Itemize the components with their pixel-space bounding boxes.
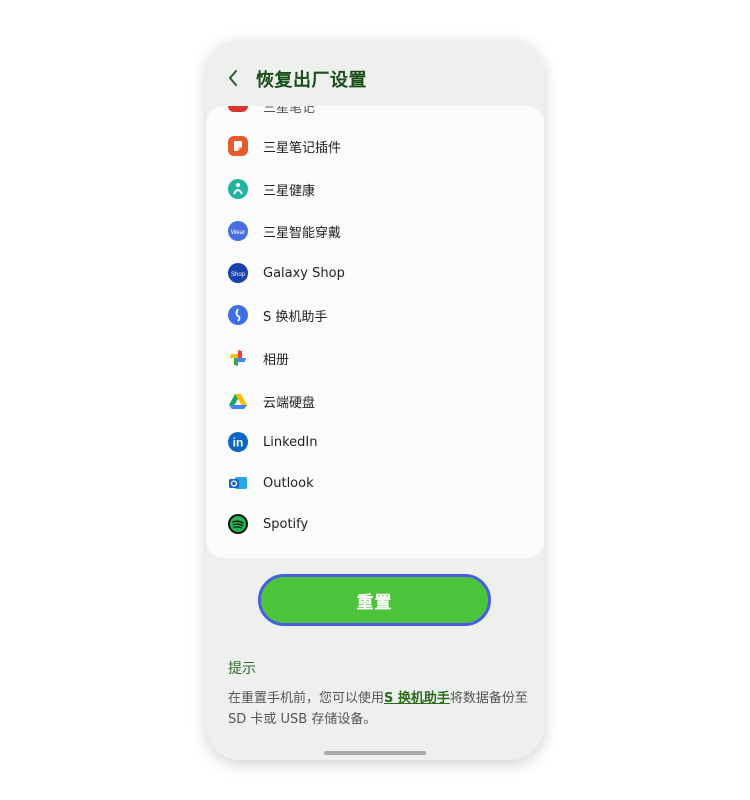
phone-screen: 恢复出厂设置 三星笔记 三星笔记插件 三星健康 Wear 三星智能穿戴 Shop… (206, 40, 544, 760)
tips-heading: 提示 (228, 661, 256, 677)
list-item[interactable]: Spotify (206, 503, 544, 545)
list-item-label: LinkedIn (263, 434, 318, 450)
svg-text:Wear: Wear (231, 230, 245, 236)
svg-text:Shop: Shop (231, 272, 246, 278)
list-item-label: 三星笔记插件 (263, 140, 342, 156)
list-item-label: 相册 (263, 352, 290, 368)
tips-text: 在重置手机前，您可以使用S 换机助手将数据备份至 SD 卡或 USB 存储设备。 (228, 688, 528, 730)
list-item-partial: 三星笔记 (206, 106, 544, 118)
linkedin-icon: in (228, 432, 248, 452)
samsung-notes-addon-icon (228, 136, 248, 156)
list-item[interactable]: S 换机助手 (206, 294, 544, 336)
app-list[interactable]: 三星笔记 三星笔记插件 三星健康 Wear 三星智能穿戴 Shop Galaxy… (206, 106, 544, 558)
list-item[interactable]: Wear 三星智能穿戴 (206, 210, 544, 252)
google-photos-icon (228, 348, 248, 368)
list-item-label: 云端硬盘 (263, 395, 316, 411)
list-item[interactable]: 三星健康 (206, 168, 544, 210)
reset-button[interactable]: 重置 (258, 574, 491, 626)
home-indicator[interactable] (324, 751, 426, 755)
chevron-left-icon (229, 70, 237, 86)
header: 恢复出厂设置 (206, 40, 544, 106)
list-item[interactable]: 云端硬盘 (206, 380, 544, 422)
smart-switch-link[interactable]: S 换机助手 (384, 691, 450, 706)
list-item-label: Outlook (263, 475, 314, 491)
samsung-notes-icon (228, 106, 248, 112)
list-item[interactable]: 相册 (206, 337, 544, 379)
list-item-label: 三星笔记 (263, 106, 316, 116)
svg-text:in: in (233, 436, 244, 450)
samsung-health-icon (228, 179, 248, 199)
page-title: 恢复出厂设置 (256, 70, 367, 91)
list-item[interactable]: 三星笔记插件 (206, 125, 544, 167)
tips-text-before: 在重置手机前，您可以使用 (228, 691, 385, 706)
outlook-icon (228, 473, 248, 493)
galaxy-shop-icon: Shop (228, 263, 248, 283)
list-item-label: S 换机助手 (263, 309, 328, 325)
list-item[interactable]: Outlook (206, 462, 544, 504)
list-item-label: 三星健康 (263, 183, 316, 199)
google-drive-icon (228, 391, 248, 411)
list-item-label: Galaxy Shop (263, 265, 345, 281)
galaxy-wearable-icon: Wear (228, 221, 248, 241)
back-button[interactable] (222, 64, 244, 92)
spotify-icon (228, 514, 248, 534)
list-item[interactable]: Shop Galaxy Shop (206, 252, 544, 294)
list-item[interactable]: in LinkedIn (206, 421, 544, 463)
list-item-label: Spotify (263, 516, 309, 532)
smart-switch-icon (228, 305, 248, 325)
list-item-label: 三星智能穿戴 (263, 225, 342, 241)
